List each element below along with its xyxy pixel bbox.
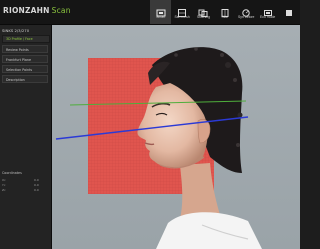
button-label: Selection Points	[6, 68, 33, 72]
top-bar: RIONZAHN Scan Smart Ssh mesh Stitching S…	[0, 0, 300, 25]
app-window: RIONZAHN Scan Smart Ssh mesh Stitching S…	[0, 0, 300, 249]
side-icon	[220, 3, 230, 17]
neck	[180, 163, 222, 221]
mesh-icon	[177, 3, 187, 17]
coord-value: 0.0	[34, 178, 39, 182]
tool-sync-button[interactable]: Syn before	[236, 0, 257, 24]
left-panel: SINKS 2/3/270 3D Profile / Face Review P…	[0, 25, 52, 249]
button-label: Description	[6, 78, 25, 82]
frankfurt-plane-button[interactable]: Frankfurt Plane	[2, 55, 48, 63]
coord-row: Yc 0.0	[2, 183, 39, 187]
tool-eco-button[interactable]: Eco mode	[257, 0, 278, 24]
review-points-button[interactable]: Review Points	[2, 45, 48, 53]
logo-accent: Scan	[51, 6, 71, 15]
coordinates-title: Coordinates	[2, 171, 22, 175]
scan-scene	[55, 47, 262, 249]
button-label: Review Points	[6, 48, 29, 52]
panel-subtitle-bar[interactable]: 3D Profile / Face	[2, 35, 50, 43]
shirt	[156, 212, 262, 249]
panel-title: SINKS 2/3/270	[2, 28, 30, 33]
coord-value: 0.0	[34, 188, 39, 192]
coord-label: Yc	[2, 183, 6, 187]
coord-value: 0.0	[34, 183, 39, 187]
coordinates-section: Coordinates Xc 0.0 Yc 0.0 Zc 0.0	[0, 171, 51, 231]
toolbar: Smart Ssh mesh Stitching Side Syn before…	[150, 0, 300, 24]
stitching-icon	[198, 3, 208, 17]
tool-side-button[interactable]: Side	[214, 0, 235, 24]
coord-label: Zc	[2, 188, 6, 192]
selection-points-button[interactable]: Selection Points	[2, 65, 48, 73]
smart-icon	[156, 3, 166, 17]
button-label: Frankfurt Plane	[6, 58, 32, 62]
window-icon	[284, 3, 294, 16]
eco-icon	[263, 3, 273, 16]
coord-label: Xc	[2, 178, 6, 182]
panel-subtitle: 3D Profile / Face	[6, 37, 33, 41]
tool-stitching-button[interactable]: Stitching	[193, 0, 214, 24]
app-logo: RIONZAHN Scan	[3, 6, 71, 15]
tool-window-button[interactable]	[278, 0, 299, 24]
sync-icon	[241, 3, 251, 17]
logo-text: RIONZAHN	[3, 6, 50, 15]
tool-smart-button[interactable]: Smart	[150, 0, 172, 24]
description-button[interactable]: Description	[2, 75, 48, 83]
tool-mesh-button[interactable]: Ssh mesh	[171, 0, 192, 24]
coord-row: Zc 0.0	[2, 188, 39, 192]
3d-viewport[interactable]	[52, 25, 300, 249]
coord-row: Xc 0.0	[2, 178, 39, 182]
